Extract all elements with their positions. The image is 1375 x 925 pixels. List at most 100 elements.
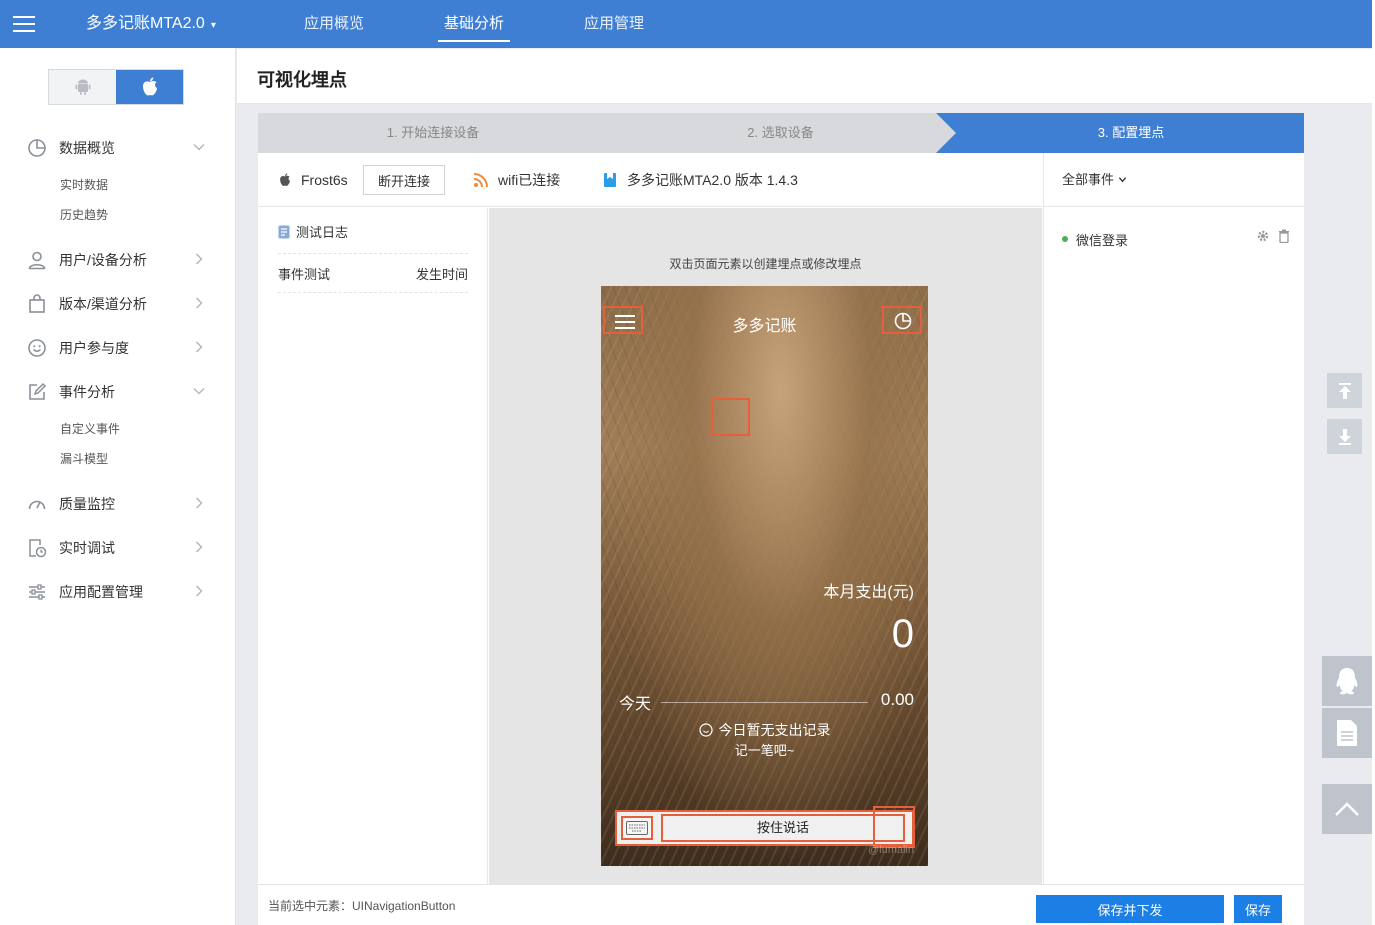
ios-button[interactable] [116,70,183,104]
today-label: 今天 [619,696,652,713]
back-to-top-button[interactable] [1322,784,1372,834]
bottom-input-bar: 按住说话 [615,806,915,848]
top-nav-bar: 多多记账MTA2.0 ▾ 应用概览 基础分析 应用管理 [0,0,1372,48]
test-log-panel: 测试日志 事件测试 发生时间 [258,208,488,884]
empty-record-line1: 今日暂无支出记录 [718,722,831,738]
step-1: 1. 开始连接设备 [386,125,480,140]
save-and-publish-button[interactable]: 保存并下发 [1036,895,1224,923]
save-button[interactable]: 保存 [1234,895,1282,923]
arrow-up-to-top-icon [1338,382,1351,399]
today-value: 0.00 [880,690,914,709]
app-name-label: 多多记账MTA2.0 [86,15,205,32]
preview-hint: 双击页面元素以创建埋点或修改埋点 [669,257,862,271]
sidebar-item-version-channel[interactable]: 版本/渠道分析 [0,282,236,326]
sidebar-item-label: 用户参与度 [59,340,129,356]
apple-icon [280,173,290,186]
main-tabs: 应用概览 基础分析 应用管理 [290,0,710,48]
keyboard-button[interactable] [621,816,653,840]
disconnect-button[interactable]: 断开连接 [363,165,445,195]
device-info: Frost6s [278,153,348,207]
event-filter-label: 全部事件 [1062,172,1115,187]
page-header: 可视化埋点 [237,49,1372,104]
log-table-header: 事件测试 发生时间 [278,253,468,293]
col-time: 发生时间 [415,266,468,282]
sidebar-item-label: 实时调试 [59,540,115,556]
step-3: 3. 配置埋点 [1097,125,1165,140]
tab-app-management[interactable]: 应用管理 [570,0,658,48]
sidebar-item-realtime-debug[interactable]: 实时调试 [0,526,236,570]
chevron-right-icon [195,541,203,553]
sidebar-item-event-analysis[interactable]: 事件分析 [0,370,236,414]
sidebar-item-quality[interactable]: 质量监控 [0,482,236,526]
document-icon [278,225,290,238]
os-switch [48,69,184,105]
phone-app-title: 多多记账 [732,318,797,335]
app-icon [604,173,616,187]
main-panel: Frost6s 断开连接 wifi已连接 多多记账MTA2.0 版本 1.4.3… [258,153,1304,925]
smile-icon [698,723,713,737]
month-expense-value: 0 [891,612,914,656]
tab-basic-analysis[interactable]: 基础分析 [430,0,518,48]
chevron-right-icon [195,341,203,353]
trash-icon[interactable] [1278,229,1290,243]
watermark: @lumalin [867,844,914,856]
event-actions [1256,229,1290,243]
device-preview: 双击页面元素以创建埋点或修改埋点 多多记账 本月支出(元) 0 今天 0.00 … [489,208,1042,884]
step-2: 2. 选取设备 [747,125,814,140]
sidebar-item-label: 应用配置管理 [59,584,143,600]
test-log-title: 测试日志 [278,222,348,241]
sliders-icon [26,581,48,603]
chevron-right-icon [195,585,203,597]
scroll-bottom-button[interactable] [1327,419,1362,454]
chevron-down-icon [193,143,205,151]
wifi-status: wifi已连接 [473,153,560,207]
chevron-right-icon [195,497,203,509]
chevron-up-icon [1335,802,1359,816]
hold-to-talk-button[interactable]: 按住说话 [661,814,905,842]
sidebar-sub-custom-events[interactable]: 自定义事件 [0,414,236,444]
gear-icon[interactable] [1256,229,1270,243]
highlight-background-area[interactable] [711,398,750,436]
clock-doc-icon [26,537,48,559]
scroll-top-button[interactable] [1327,373,1362,408]
feedback-button[interactable] [1322,708,1372,758]
android-button[interactable] [49,70,116,104]
chevron-down-icon [193,387,205,395]
document-icon [1337,720,1357,746]
user-icon [26,249,48,271]
sidebar-item-data-overview[interactable]: 数据概览 [0,126,236,170]
sidebar-item-label: 用户/设备分析 [59,252,147,268]
chevron-down-icon [1118,177,1126,183]
sidebar-item-user-device[interactable]: 用户/设备分析 [0,238,236,282]
smile-icon [26,337,48,359]
sidebar-item-app-config[interactable]: 应用配置管理 [0,570,236,614]
sidebar-item-label: 事件分析 [59,384,115,400]
pie-chart-icon [26,137,48,159]
wifi-rss-icon [473,173,488,188]
highlight-talk-right[interactable] [873,806,915,848]
tab-overview[interactable]: 应用概览 [290,0,378,48]
qq-contact-button[interactable] [1322,656,1372,706]
arrow-down-to-bottom-icon [1338,428,1351,445]
apple-icon [142,77,157,96]
month-expense-label: 本月支出(元) [823,584,914,601]
chart-icon [894,312,912,330]
sidebar-sub-history[interactable]: 历史趋势 [0,200,236,230]
footer-bar: 当前选中元素：UINavigationButton 保存并下发 保存 [258,884,1304,925]
sidebar-sub-funnel[interactable]: 漏斗模型 [0,444,236,474]
chevron-right-icon [195,297,203,309]
app-switcher[interactable]: 多多记账MTA2.0 ▾ [86,0,216,48]
sidebar-sub-realtime[interactable]: 实时数据 [0,170,236,200]
event-filter-dropdown[interactable]: 全部事件 [1044,153,1304,207]
phone-screen[interactable]: 多多记账 本月支出(元) 0 今天 0.00 今日暂无支出记录 记一笔吧~ 按住… [601,286,928,866]
sidebar: 数据概览 实时数据 历史趋势 用户/设备分析 版本/渠道分析 用户参与度 事件分… [0,48,236,925]
event-status-dot [1062,236,1068,242]
edit-icon [26,381,48,403]
sidebar-item-engagement[interactable]: 用户参与度 [0,326,236,370]
hamburger-menu-icon[interactable] [0,0,48,48]
device-name: Frost6s [301,172,348,188]
empty-record-text: 今日暂无支出记录 [601,720,928,740]
android-icon [75,79,90,95]
test-log-label: 测试日志 [296,225,349,240]
page-title: 可视化埋点 [257,70,347,90]
